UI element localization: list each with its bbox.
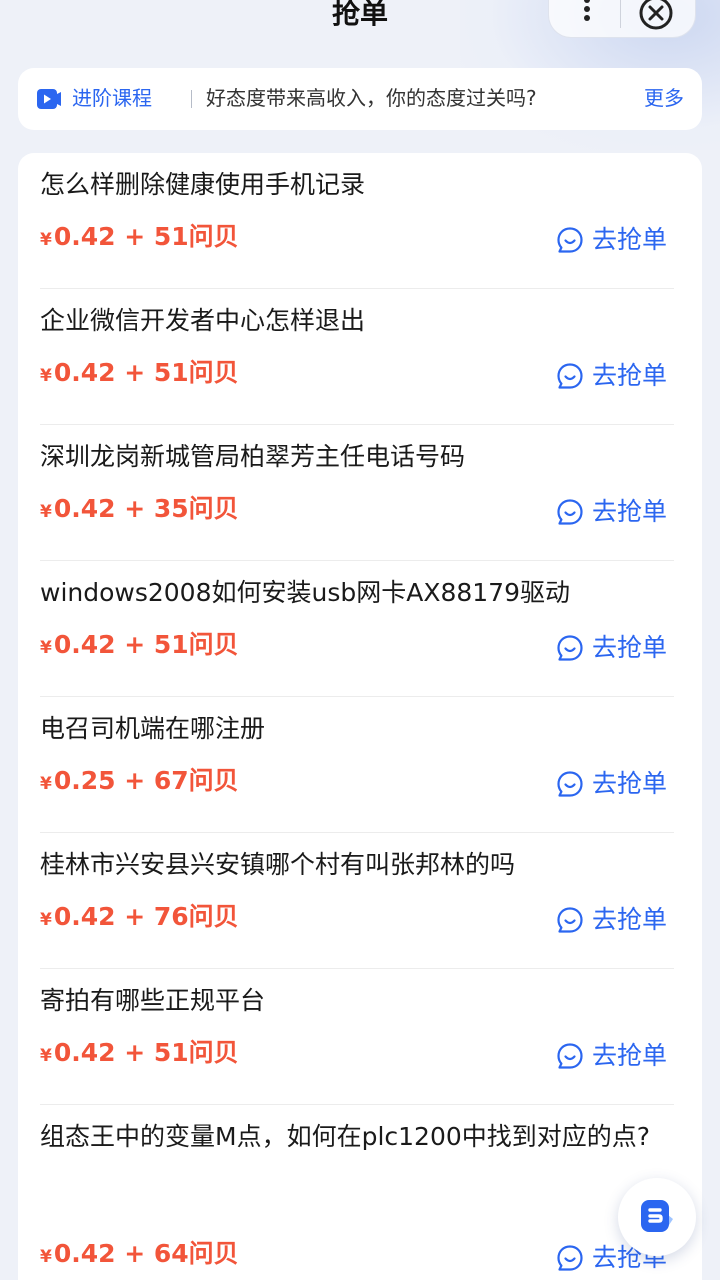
grab-order-button[interactable]: 去抢单 [556,225,667,255]
banner-divider [191,90,192,108]
course-banner[interactable]: 进阶课程 好态度带来高收入，你的态度过关吗? 更多 [18,68,702,130]
reward-text: 0.42 + 51问贝 [53,630,239,659]
grab-order-button[interactable]: 去抢单 [556,905,667,935]
list-item: 组态王中的变量M点，如何在plc1200中找到对应的点? ¥0.42 + 64问… [18,1105,702,1280]
list-item: 电召司机端在哪注册 ¥0.25 + 67问贝 去抢单 [18,697,702,833]
smile-bubble-icon [557,907,583,933]
top-bar: 抢单 [0,0,720,50]
smile-bubble-icon [557,499,583,525]
grab-order-button[interactable]: 去抢单 [556,1041,667,1071]
question-title: windows2008如何安装usb网卡AX88179驱动 [40,578,570,607]
grab-order-label: 去抢单 [592,361,668,390]
course-play-icon [37,89,61,109]
smile-bubble-icon [557,771,583,797]
question-title: 深圳龙岗新城管局柏翠芳主任电话号码 [40,442,466,471]
assistant-icon [641,1200,673,1232]
banner-label: 进阶课程 [72,86,152,110]
yen-sign: ¥ [40,774,52,794]
yen-sign: ¥ [40,502,52,522]
question-title: 组态王中的变量M点，如何在plc1200中找到对应的点? [40,1122,651,1151]
yen-sign: ¥ [40,366,52,386]
reward-text: 0.42 + 51问贝 [53,222,239,251]
floating-assistant-button[interactable] [618,1178,696,1256]
list-item: 企业微信开发者中心怎样退出 ¥0.42 + 51问贝 去抢单 [18,289,702,425]
grab-order-button[interactable]: 去抢单 [556,361,667,391]
list-item: 深圳龙岗新城管局柏翠芳主任电话号码 ¥0.42 + 35问贝 去抢单 [18,425,702,561]
close-circle-icon[interactable] [637,0,675,32]
yen-sign: ¥ [40,230,52,250]
reward-text: 0.42 + 76问贝 [53,902,239,931]
yen-sign: ¥ [40,1247,52,1267]
smile-bubble-icon [557,227,583,253]
reward-amount: ¥0.25 + 67问贝 [40,763,239,802]
more-vertical-icon[interactable] [572,0,602,34]
reward-text: 0.42 + 51问贝 [53,1038,239,1067]
reward-text: 0.25 + 67问贝 [53,766,239,795]
grab-order-label: 去抢单 [592,497,668,526]
grab-order-label: 去抢单 [592,905,668,934]
question-title: 寄拍有哪些正规平台 [40,986,266,1015]
reward-text: 0.42 + 64问贝 [53,1239,239,1268]
banner-text: 好态度带来高收入，你的态度过关吗? [206,86,537,110]
question-title: 企业微信开发者中心怎样退出 [40,306,366,335]
question-title: 桂林市兴安县兴安镇哪个村有叫张邦林的吗 [40,850,516,879]
list-item: 桂林市兴安县兴安镇哪个村有叫张邦林的吗 ¥0.42 + 76问贝 去抢单 [18,833,702,969]
reward-amount: ¥0.42 + 76问贝 [40,899,239,938]
reward-amount: ¥0.42 + 64问贝 [40,1236,239,1275]
smile-bubble-icon [557,1245,583,1271]
banner-more-link[interactable]: 更多 [644,84,684,112]
grab-order-label: 去抢单 [592,633,668,662]
grab-order-label: 去抢单 [592,225,668,254]
smile-bubble-icon [557,635,583,661]
grab-order-button[interactable]: 去抢单 [556,633,667,663]
reward-text: 0.42 + 51问贝 [53,358,239,387]
yen-sign: ¥ [40,1046,52,1066]
reward-amount: ¥0.42 + 35问贝 [40,491,239,530]
yen-sign: ¥ [40,910,52,930]
reward-amount: ¥0.42 + 51问贝 [40,627,239,666]
question-list: 怎么样删除健康使用手机记录 ¥0.42 + 51问贝 去抢单 企业微信开发者中心… [18,153,702,1280]
reward-amount: ¥0.42 + 51问贝 [40,1035,239,1074]
list-item: windows2008如何安装usb网卡AX88179驱动 ¥0.42 + 51… [18,561,702,697]
reward-amount: ¥0.42 + 51问贝 [40,355,239,394]
reward-amount: ¥0.42 + 51问贝 [40,219,239,258]
grab-order-button[interactable]: 去抢单 [556,497,667,527]
smile-bubble-icon [557,363,583,389]
question-title: 电召司机端在哪注册 [40,714,266,743]
grab-order-label: 去抢单 [592,769,668,798]
grab-order-label: 去抢单 [592,1041,668,1070]
reward-text: 0.42 + 35问贝 [53,494,239,523]
smile-bubble-icon [557,1043,583,1069]
list-item: 怎么样删除健康使用手机记录 ¥0.42 + 51问贝 去抢单 [18,153,702,289]
yen-sign: ¥ [40,638,52,658]
question-title: 怎么样删除健康使用手机记录 [40,170,366,199]
capsule-divider [620,0,621,28]
list-item: 寄拍有哪些正规平台 ¥0.42 + 51问贝 去抢单 [18,969,702,1105]
question-list-card: 怎么样删除健康使用手机记录 ¥0.42 + 51问贝 去抢单 企业微信开发者中心… [18,153,702,1280]
grab-order-button[interactable]: 去抢单 [556,769,667,799]
